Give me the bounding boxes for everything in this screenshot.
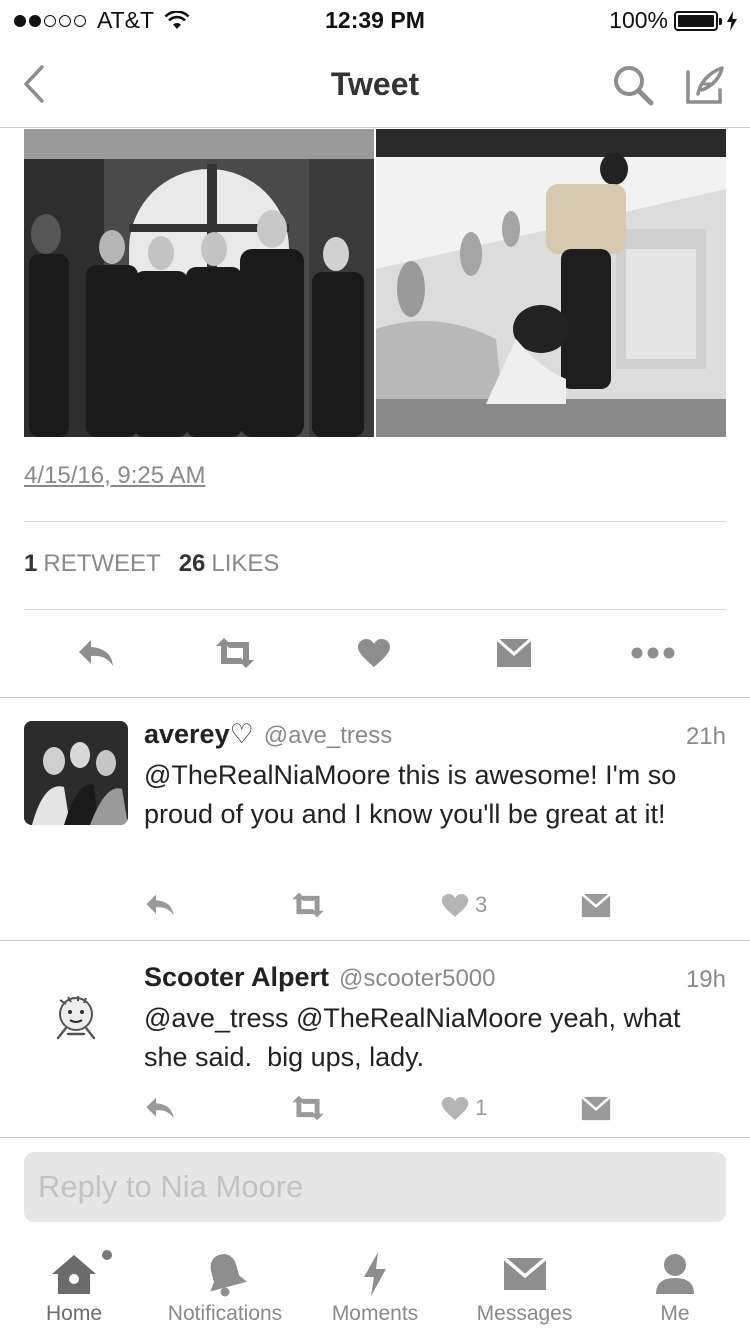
reply-button[interactable]: [144, 885, 176, 925]
reply-composer[interactable]: [24, 1152, 726, 1222]
heart-icon: [358, 639, 390, 667]
reply-text: @ave_tress @TheRealNiaMoore yeah, what s…: [144, 1003, 689, 1072]
like-button[interactable]: [354, 628, 394, 678]
tab-moments[interactable]: Moments: [315, 1240, 435, 1334]
direct-message-button[interactable]: [494, 628, 534, 678]
retweet-button[interactable]: [289, 885, 327, 925]
reply-input[interactable]: [38, 1169, 712, 1205]
tab-label: Messages: [476, 1302, 573, 1325]
reply-time: 21h: [685, 723, 726, 750]
group-photo[interactable]: [24, 129, 374, 437]
likes-count: 26: [178, 550, 206, 577]
charging-icon: [726, 10, 738, 31]
tweet-stats: 1 RETWEET 26 LIKES: [24, 550, 279, 578]
likes-label: LIKES: [211, 550, 280, 577]
retweets-label: RETWEET: [43, 550, 161, 577]
reply-actions: 1: [144, 1088, 726, 1128]
tab-notifications[interactable]: Notifications: [155, 1240, 295, 1334]
tab-label: Notifications: [167, 1302, 283, 1325]
envelope-icon: [581, 1095, 611, 1120]
retweets-stat[interactable]: 1 RETWEET: [24, 550, 161, 578]
likes-stat[interactable]: 26 LIKES: [179, 550, 280, 578]
divider: [24, 521, 726, 522]
reply-author-handle[interactable]: @scooter5000: [339, 965, 495, 992]
retweet-icon: [216, 638, 254, 668]
tab-label: Home: [45, 1302, 103, 1325]
reply-author-handle[interactable]: @ave_tress: [264, 722, 392, 749]
envelope-icon: [502, 1257, 547, 1290]
person-icon: [656, 1254, 694, 1294]
baby-avatar-icon: [56, 996, 96, 1040]
reply-item[interactable]: Scooter Alpert @scooter5000 19h @ave_tres…: [0, 940, 750, 1136]
avatar[interactable]: [48, 994, 104, 1044]
reply-item[interactable]: averey♡ @ave_tress 21h @TheRealNiaMoore t…: [0, 697, 750, 940]
reply-icon: [146, 894, 174, 916]
retweet-button[interactable]: [289, 1088, 327, 1128]
reply-icon: [146, 1097, 174, 1119]
envelope-icon: [496, 638, 532, 667]
notification-dot: [102, 1250, 112, 1260]
like-count: 3: [475, 892, 488, 917]
tab-label: Moments: [331, 1302, 419, 1325]
retweet-icon: [292, 1095, 324, 1121]
reply-text: @TheRealNiaMoore this is awesome! I'm so…: [144, 760, 677, 829]
retweets-count: 1: [24, 550, 38, 577]
compose-icon: [686, 66, 724, 104]
home-icon: [52, 1255, 96, 1294]
like-count: 1: [475, 1095, 488, 1120]
direct-message-button[interactable]: [581, 1088, 611, 1128]
reply-time: 19h: [685, 966, 726, 993]
tweet-timestamp[interactable]: 4/15/16, 9:25 AM: [24, 462, 205, 490]
search-button[interactable]: [610, 62, 656, 108]
retweet-icon: [292, 892, 324, 918]
tab-messages[interactable]: Messages: [462, 1240, 587, 1334]
tweet-actions: [24, 628, 726, 678]
battery-icon: [674, 10, 722, 31]
like-button[interactable]: 3: [441, 885, 487, 925]
heart-icon: [441, 893, 469, 917]
divider: [24, 609, 726, 610]
reply-button[interactable]: [144, 1088, 176, 1128]
more-icon: [631, 647, 675, 659]
status-bar: AT&T 12:39 PM 100%: [0, 0, 750, 40]
reply-author-name[interactable]: averey♡: [144, 719, 254, 749]
lightning-icon: [364, 1252, 386, 1296]
direct-message-button[interactable]: [581, 885, 611, 925]
battery-percent: 100%: [609, 7, 668, 33]
reply-actions: 3: [144, 885, 726, 925]
nav-bar: Tweet: [0, 40, 750, 128]
search-icon: [614, 66, 654, 106]
tab-home[interactable]: Home: [24, 1240, 124, 1334]
tab-me[interactable]: Me: [630, 1240, 720, 1334]
avatar[interactable]: [24, 721, 128, 825]
heart-icon: [441, 1096, 469, 1120]
tab-label: Me: [660, 1302, 690, 1325]
reply-button[interactable]: [74, 628, 118, 678]
reply-author-name[interactable]: Scooter Alpert: [144, 962, 329, 992]
compose-button[interactable]: [682, 62, 728, 108]
reply-icon: [79, 640, 113, 666]
like-button[interactable]: 1: [441, 1088, 487, 1128]
jet-interior-photo[interactable]: [376, 129, 726, 437]
envelope-icon: [581, 892, 611, 917]
tweet-media[interactable]: [24, 129, 726, 437]
tab-bar: Home Notifications Moments Messages Me: [0, 1240, 750, 1334]
more-button[interactable]: [630, 628, 676, 678]
divider: [0, 1137, 750, 1138]
retweet-button[interactable]: [210, 628, 260, 678]
bell-icon: [210, 1254, 247, 1297]
